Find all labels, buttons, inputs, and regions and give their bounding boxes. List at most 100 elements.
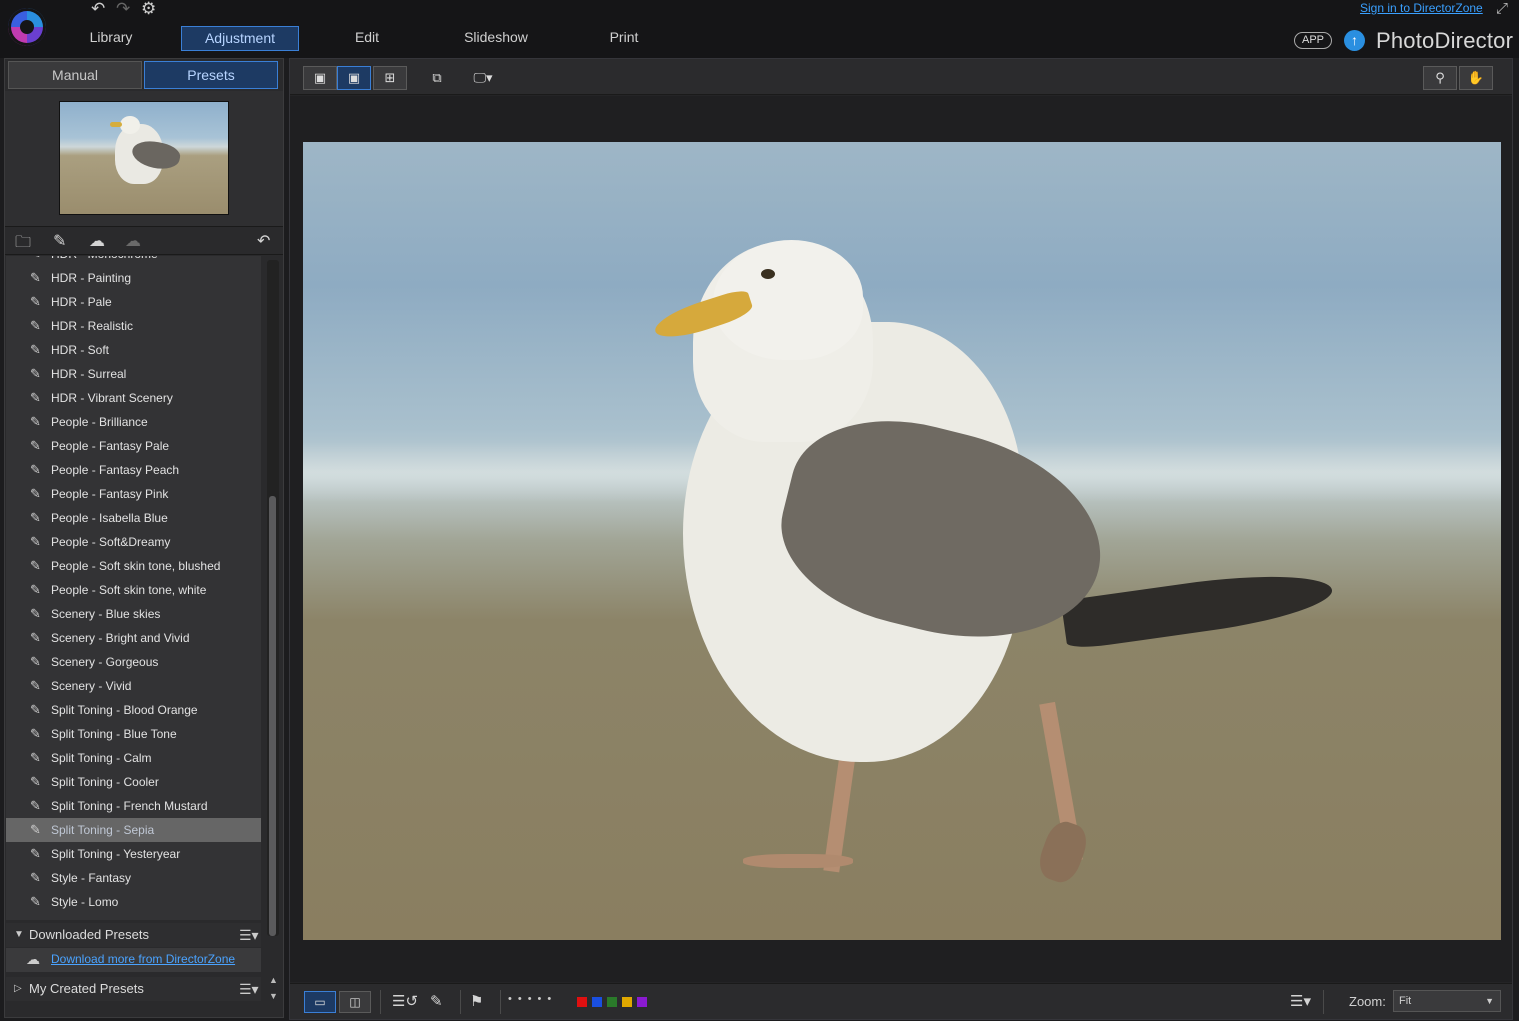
preset-brush-icon: ✎ bbox=[30, 366, 41, 381]
preset-list: ✎ HDR - Monochrome ✎ HDR - Painting ✎ HDR - P… bbox=[6, 256, 261, 920]
color-label-blue[interactable] bbox=[592, 997, 602, 1007]
preset-item[interactable]: ✎ Scenery - Vivid bbox=[6, 674, 261, 698]
preview-area bbox=[5, 91, 283, 227]
directorzone-download-icon[interactable]: ☁ bbox=[89, 231, 105, 251]
toolbar-divider bbox=[380, 990, 381, 1014]
star-rating-dots[interactable]: ••••• bbox=[508, 993, 557, 1005]
redo-icon[interactable]: ↷ bbox=[116, 0, 130, 18]
single-view-button[interactable]: ▣ bbox=[337, 66, 371, 90]
compare-view-icon[interactable]: ⧉ bbox=[420, 66, 454, 90]
preset-item[interactable]: ✎ HDR - Realistic bbox=[6, 314, 261, 338]
preset-item[interactable]: ✎ Style - Lomo bbox=[6, 890, 261, 914]
mode-tab-slideshow[interactable]: Slideshow bbox=[452, 26, 540, 51]
preset-item[interactable]: ✎ HDR - Soft bbox=[6, 338, 261, 362]
preset-item[interactable]: ✎ People - Brilliance bbox=[6, 410, 261, 434]
expanded-triangle-icon: ▼ bbox=[14, 929, 24, 940]
import-preset-folder-icon[interactable]: 🗀 bbox=[15, 231, 31, 258]
app-badge-button[interactable]: APP bbox=[1294, 32, 1332, 49]
preset-item[interactable]: ✎ HDR - Surreal bbox=[6, 362, 261, 386]
preset-item[interactable]: ✎ HDR - Monochrome bbox=[6, 256, 261, 266]
preset-label: Style - Lomo bbox=[51, 895, 119, 909]
single-photo-view-button[interactable]: ▭ bbox=[304, 991, 336, 1013]
section-menu-icon[interactable]: ☰▾ bbox=[239, 923, 259, 947]
preset-item[interactable]: ✎ People - Fantasy Pink bbox=[6, 482, 261, 506]
side-by-side-view-button[interactable]: ◫ bbox=[339, 991, 371, 1013]
color-label-purple[interactable] bbox=[637, 997, 647, 1007]
main-viewer: ▣ ▣ ⊞ ⧉ 🖵▾ ⚲ ✋ ▭ ◫ ☰↺ ✎ ⚑ ••••• ☰▾ Zoom:… bbox=[289, 58, 1513, 1020]
preset-item[interactable]: ✎ People - Fantasy Pale bbox=[6, 434, 261, 458]
preset-item[interactable]: ✎ People - Soft skin tone, blushed bbox=[6, 554, 261, 578]
preset-item[interactable]: ✎ Split Toning - Blue Tone bbox=[6, 722, 261, 746]
preset-item[interactable]: ✎ Scenery - Gorgeous bbox=[6, 650, 261, 674]
zoom-select[interactable]: Fit ▼ bbox=[1393, 990, 1501, 1012]
mode-tab-print[interactable]: Print bbox=[596, 26, 652, 51]
toolbar-divider bbox=[1323, 990, 1324, 1014]
preset-item[interactable]: ✎ Split Toning - French Mustard bbox=[6, 794, 261, 818]
preset-item[interactable]: ✎ People - Soft skin tone, white bbox=[6, 578, 261, 602]
preset-scrollbar-thumb[interactable] bbox=[269, 496, 276, 936]
preset-item[interactable]: ✎ People - Soft&Dreamy bbox=[6, 530, 261, 554]
display-monitor-icon[interactable]: 🖵▾ bbox=[466, 66, 500, 90]
signin-link[interactable]: Sign in to DirectorZone bbox=[1360, 1, 1483, 15]
mode-tab-adjustment[interactable]: Adjustment bbox=[181, 26, 299, 51]
color-label-red[interactable] bbox=[577, 997, 587, 1007]
download-more-link[interactable]: Download more from DirectorZone bbox=[51, 952, 235, 966]
preset-item[interactable]: ✎ Split Toning - Yesteryear bbox=[6, 842, 261, 866]
preset-item[interactable]: ✎ Split Toning - Sepia bbox=[6, 818, 261, 842]
preset-brush-icon: ✎ bbox=[30, 582, 41, 597]
edit-pen-icon[interactable]: ✎ bbox=[430, 992, 443, 1010]
zoom-tool-icon[interactable]: ⚲ bbox=[1423, 66, 1457, 90]
preset-label: People - Brilliance bbox=[51, 415, 148, 429]
sort-menu-icon[interactable]: ☰▾ bbox=[1290, 992, 1311, 1010]
section-my-created-presets[interactable]: ▷ My Created Presets ☰▾ bbox=[6, 977, 261, 1001]
before-after-view-button[interactable]: ▣ bbox=[303, 66, 337, 90]
tab-presets[interactable]: Presets bbox=[144, 61, 278, 89]
preset-brush-icon: ✎ bbox=[30, 894, 41, 909]
photo-canvas[interactable] bbox=[290, 96, 1512, 982]
tab-manual[interactable]: Manual bbox=[8, 61, 142, 89]
main-photo[interactable] bbox=[303, 142, 1501, 940]
undo-icon[interactable]: ↶ bbox=[91, 0, 105, 18]
section-downloaded-presets[interactable]: ▼ Downloaded Presets ☰▾ bbox=[6, 923, 261, 947]
upgrade-arrow-icon[interactable]: ↑ bbox=[1344, 30, 1365, 51]
pan-hand-icon[interactable]: ✋ bbox=[1459, 66, 1493, 90]
preset-label: People - Fantasy Pink bbox=[51, 487, 169, 501]
section-menu-icon[interactable]: ☰▾ bbox=[239, 977, 259, 1001]
scroll-up-arrow-icon[interactable]: ▲ bbox=[269, 975, 278, 985]
preview-thumbnail bbox=[59, 101, 229, 215]
app-logo-icon bbox=[8, 8, 46, 46]
reset-icon[interactable]: ↶ bbox=[257, 231, 270, 251]
flag-icon[interactable]: ⚑ bbox=[470, 992, 483, 1010]
preset-item[interactable]: ✎ People - Fantasy Peach bbox=[6, 458, 261, 482]
new-preset-icon[interactable]: ✎ bbox=[53, 231, 66, 251]
preset-label: People - Soft skin tone, blushed bbox=[51, 559, 221, 573]
color-label-yellow[interactable] bbox=[622, 997, 632, 1007]
settings-gear-icon[interactable]: ⚙ bbox=[141, 0, 156, 18]
preset-item[interactable]: ✎ Style - Fantasy bbox=[6, 866, 261, 890]
preset-brush-icon: ✎ bbox=[30, 702, 41, 717]
download-more-row[interactable]: ☁ Download more from DirectorZone bbox=[6, 948, 261, 972]
preset-item[interactable]: ✎ Split Toning - Cooler bbox=[6, 770, 261, 794]
preset-item[interactable]: ✎ People - Isabella Blue bbox=[6, 506, 261, 530]
color-label-green[interactable] bbox=[607, 997, 617, 1007]
toolbar-divider bbox=[500, 990, 501, 1014]
mode-tab-library[interactable]: Library bbox=[77, 26, 145, 51]
preset-item[interactable]: ✎ Scenery - Bright and Vivid bbox=[6, 626, 261, 650]
preset-label: Split Toning - Blood Orange bbox=[51, 703, 198, 717]
mode-tab-edit[interactable]: Edit bbox=[337, 26, 397, 51]
photo-gull-foot bbox=[1033, 816, 1093, 888]
preset-item[interactable]: ✎ Split Toning - Calm bbox=[6, 746, 261, 770]
preset-label: Split Toning - Yesteryear bbox=[51, 847, 181, 861]
preset-item[interactable]: ✎ HDR - Pale bbox=[6, 290, 261, 314]
fullscreen-icon[interactable]: ⤢ bbox=[1496, 0, 1508, 17]
grid-view-button[interactable]: ⊞ bbox=[373, 66, 407, 90]
preset-item[interactable]: ✎ HDR - Vibrant Scenery bbox=[6, 386, 261, 410]
rotate-icon[interactable]: ☰↺ bbox=[392, 992, 418, 1010]
directorzone-upload-icon[interactable]: ☁ bbox=[125, 231, 141, 251]
preset-item[interactable]: ✎ Split Toning - Blood Orange bbox=[6, 698, 261, 722]
preset-item[interactable]: ✎ Scenery - Blue skies bbox=[6, 602, 261, 626]
scroll-down-arrow-icon[interactable]: ▼ bbox=[269, 991, 278, 1001]
preset-item[interactable]: ✎ HDR - Painting bbox=[6, 266, 261, 290]
preset-brush-icon: ✎ bbox=[30, 294, 41, 309]
brand-title: PhotoDirector bbox=[1376, 28, 1514, 53]
